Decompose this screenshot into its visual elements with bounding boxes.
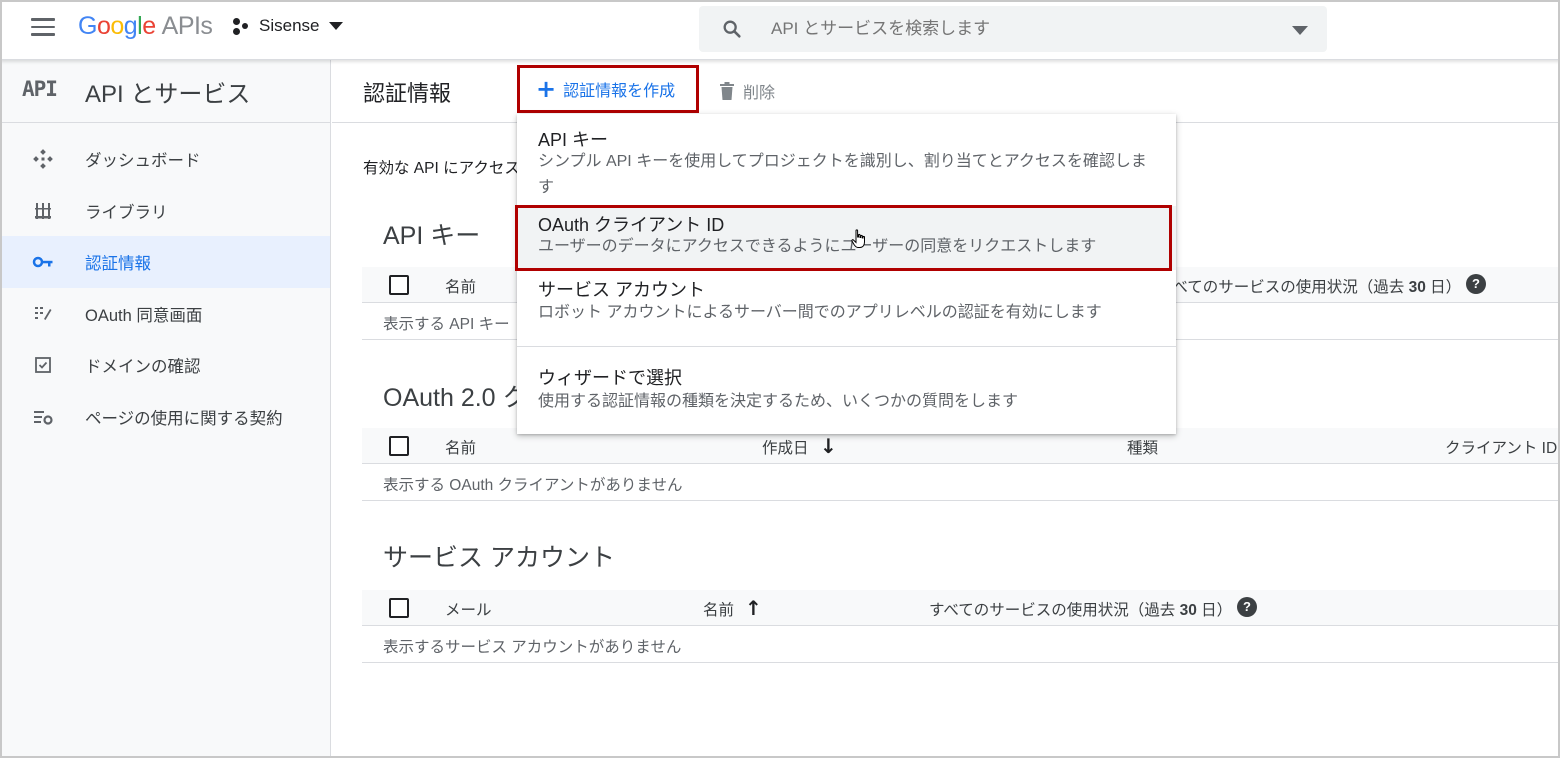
menu-icon[interactable] (31, 18, 55, 38)
sidebar-title: API とサービス (85, 81, 251, 108)
column-type[interactable]: 種類 (1127, 436, 1158, 458)
arrow-down-icon[interactable]: ↓ (820, 434, 837, 458)
arrow-up-icon[interactable]: ↑ (745, 596, 762, 620)
select-all-checkbox[interactable] (389, 275, 409, 295)
menu-item-service-account[interactable]: サービス アカウント ロボット アカウントによるサーバー間でのアプリレベルの認証… (517, 272, 1176, 344)
consent-icon (35, 306, 52, 320)
sidebar-item-credentials[interactable]: 認証情報 (0, 236, 330, 288)
sidebar-nav: ダッシュボード ライブラリ 認証情報 OAuth 同意画面 ドメインの確認 ペー… (0, 123, 330, 442)
sidebar-item-oauth-consent[interactable]: OAuth 同意画面 (0, 288, 330, 340)
column-usage: すべてのサービスの使用状況（過去 30 日） (929, 602, 1233, 619)
library-icon (35, 202, 51, 219)
google-apis-logo[interactable]: Google APIs (78, 12, 213, 41)
menu-divider (517, 346, 1176, 347)
project-name: Sisense (259, 16, 320, 35)
dashboard-icon (33, 149, 53, 169)
select-all-checkbox[interactable] (389, 436, 409, 456)
sidebar-item-dashboard[interactable]: ダッシュボード (0, 133, 330, 185)
help-icon[interactable]: ? (1466, 274, 1486, 294)
plus-icon: + (536, 75, 557, 103)
sidebar-header: API API とサービス (0, 60, 330, 123)
service-accounts-heading: サービス アカウント (383, 544, 615, 572)
project-selector[interactable]: Sisense (232, 16, 344, 36)
column-name[interactable]: 名前 (445, 436, 476, 458)
delete-button[interactable]: 削除 (720, 79, 775, 103)
menu-item-wizard[interactable]: ウィザードで選択 使用する認証情報の種類を決定するため、いくつかの質問をします (517, 354, 1176, 426)
service-accounts-table-header: メール 名前 ↑ すべてのサービスの使用状況（過去 30 日） ? (362, 590, 1558, 626)
menu-item-api-key[interactable]: API キー シンプル API キーを使用してプロジェクトを識別し、割り当てとア… (517, 114, 1176, 202)
key-icon (32, 256, 53, 268)
menu-item-oauth-client-id[interactable]: OAuth クライアント ID ユーザーのデータにアクセスできるようにユーザーの… (517, 206, 1176, 270)
column-client-id[interactable]: クライアント ID (1445, 436, 1557, 458)
hand-cursor-icon (851, 229, 865, 248)
column-name[interactable]: 名前 (445, 275, 476, 297)
column-email[interactable]: メール (445, 598, 492, 620)
trash-icon (720, 82, 734, 100)
sidebar-item-domain-verification[interactable]: ドメインの確認 (0, 339, 330, 391)
page-title: 認証情報 (363, 81, 452, 106)
api-icon: API (22, 77, 58, 101)
sidebar-item-library[interactable]: ライブラリ (0, 185, 330, 237)
create-credentials-button[interactable]: + 認証情報を作成 (517, 65, 699, 113)
search-icon (723, 20, 741, 38)
table-row: 表示する OAuth クライアントがありません (362, 465, 1558, 501)
table-row: 表示するサービス アカウントがありません (362, 627, 1558, 663)
column-created[interactable]: 作成日 (762, 436, 809, 458)
checkbox-icon (35, 357, 51, 373)
sidebar-item-page-usage-agreements[interactable]: ページの使用に関する契約 (0, 391, 330, 443)
help-icon[interactable]: ? (1237, 597, 1257, 617)
settings-list-icon (34, 410, 53, 425)
sidebar: API API とサービス ダッシュボード ライブラリ 認証情報 OAuth 同… (0, 60, 331, 758)
select-all-checkbox[interactable] (389, 598, 409, 618)
api-keys-heading: API キー (383, 222, 481, 250)
search-dropdown-icon[interactable] (1292, 26, 1308, 35)
create-credentials-menu: API キー シンプル API キーを使用してプロジェクトを識別し、割り当てとア… (515, 114, 1176, 434)
intro-text: 有効な API にアクセス (363, 160, 520, 177)
project-icon (232, 16, 252, 36)
top-app-bar: Google APIs Sisense (0, 0, 1560, 60)
chevron-down-icon (329, 22, 344, 30)
search-bar[interactable] (699, 6, 1327, 52)
column-name[interactable]: 名前 (703, 598, 734, 620)
search-input[interactable] (771, 14, 1271, 44)
column-usage: すべてのサービスの使用状況（過去 30 日） (1158, 279, 1462, 296)
oauth-clients-heading: OAuth 2.0 ク (383, 384, 528, 412)
